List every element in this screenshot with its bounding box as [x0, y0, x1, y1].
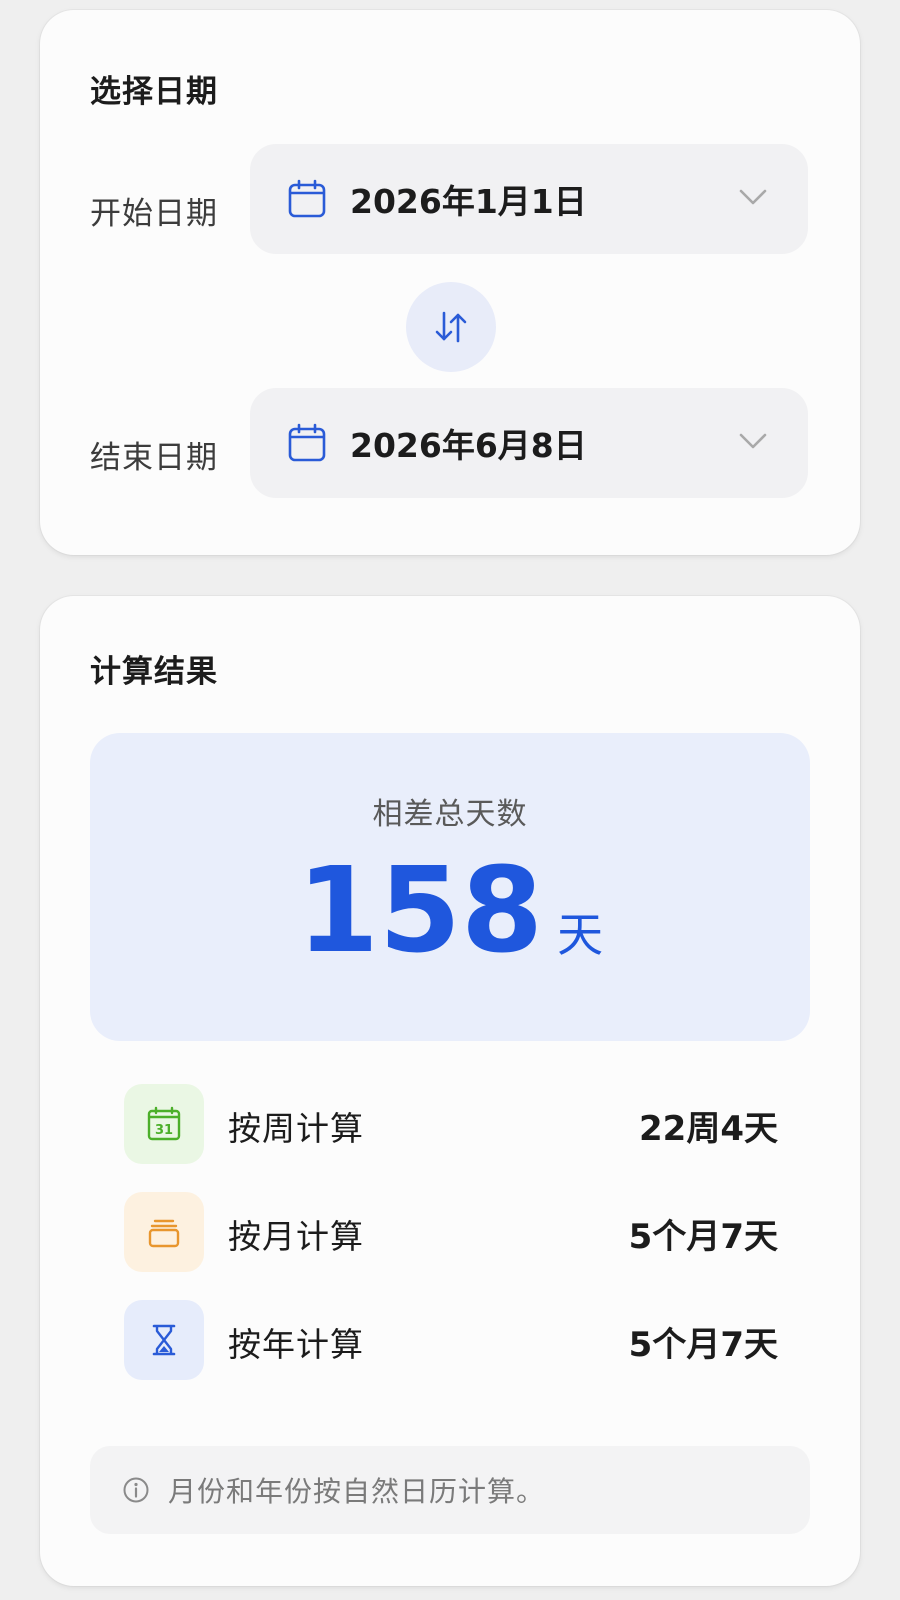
start-date-value: 2026年1月1日: [350, 182, 587, 221]
calc-value-year: 5个月7天: [628, 1325, 778, 1365]
select-date-title: 选择日期: [90, 74, 218, 110]
start-date-picker[interactable]: 2026年1月1日: [250, 144, 808, 254]
calc-row-week: 31 按周计算 22周4天: [124, 1084, 778, 1164]
swap-arrows-icon: [429, 305, 473, 349]
total-days-label: 相差总天数: [372, 797, 528, 832]
swap-dates-button[interactable]: [406, 282, 496, 372]
end-date-value: 2026年6月8日: [350, 426, 587, 465]
calendar-month-icon: [124, 1192, 204, 1272]
chevron-down-icon: [736, 424, 770, 458]
calendar-note: 月份和年份按自然日历计算。: [90, 1446, 810, 1534]
calc-value-week: 22周4天: [639, 1109, 778, 1149]
total-days-panel: 相差总天数 158 天: [90, 733, 810, 1041]
calc-label-year: 按年计算: [228, 1325, 364, 1364]
calc-label-month: 按月计算: [228, 1217, 364, 1256]
chevron-down-icon: [736, 180, 770, 214]
hourglass-icon: [124, 1300, 204, 1380]
calendar-icon: [286, 422, 328, 464]
calc-value-month: 5个月7天: [628, 1217, 778, 1257]
start-date-label: 开始日期: [90, 196, 218, 232]
note-text: 月份和年份按自然日历计算。: [168, 1475, 546, 1508]
result-title: 计算结果: [90, 654, 218, 690]
info-icon: [122, 1476, 150, 1504]
end-date-picker[interactable]: 2026年6月8日: [250, 388, 808, 498]
total-days-unit: 天: [557, 908, 604, 962]
calc-row-month: 按月计算 5个月7天: [124, 1192, 778, 1272]
total-days-value-row: 158 天: [90, 851, 810, 969]
result-card: 计算结果 相差总天数 158 天 31 按周计算 22周4天 按月计算 5个月7…: [40, 596, 860, 1586]
calc-row-year: 按年计算 5个月7天: [124, 1300, 778, 1380]
svg-text:31: 31: [155, 1123, 173, 1138]
calc-label-week: 按周计算: [228, 1109, 364, 1148]
total-days-number: 158: [296, 841, 544, 979]
end-date-label: 结束日期: [90, 440, 218, 476]
calendar-31-icon: 31: [124, 1084, 204, 1164]
date-selection-card: 选择日期 开始日期 2026年1月1日 结束日期 2026年6月8日: [40, 10, 860, 555]
calendar-icon: [286, 178, 328, 220]
